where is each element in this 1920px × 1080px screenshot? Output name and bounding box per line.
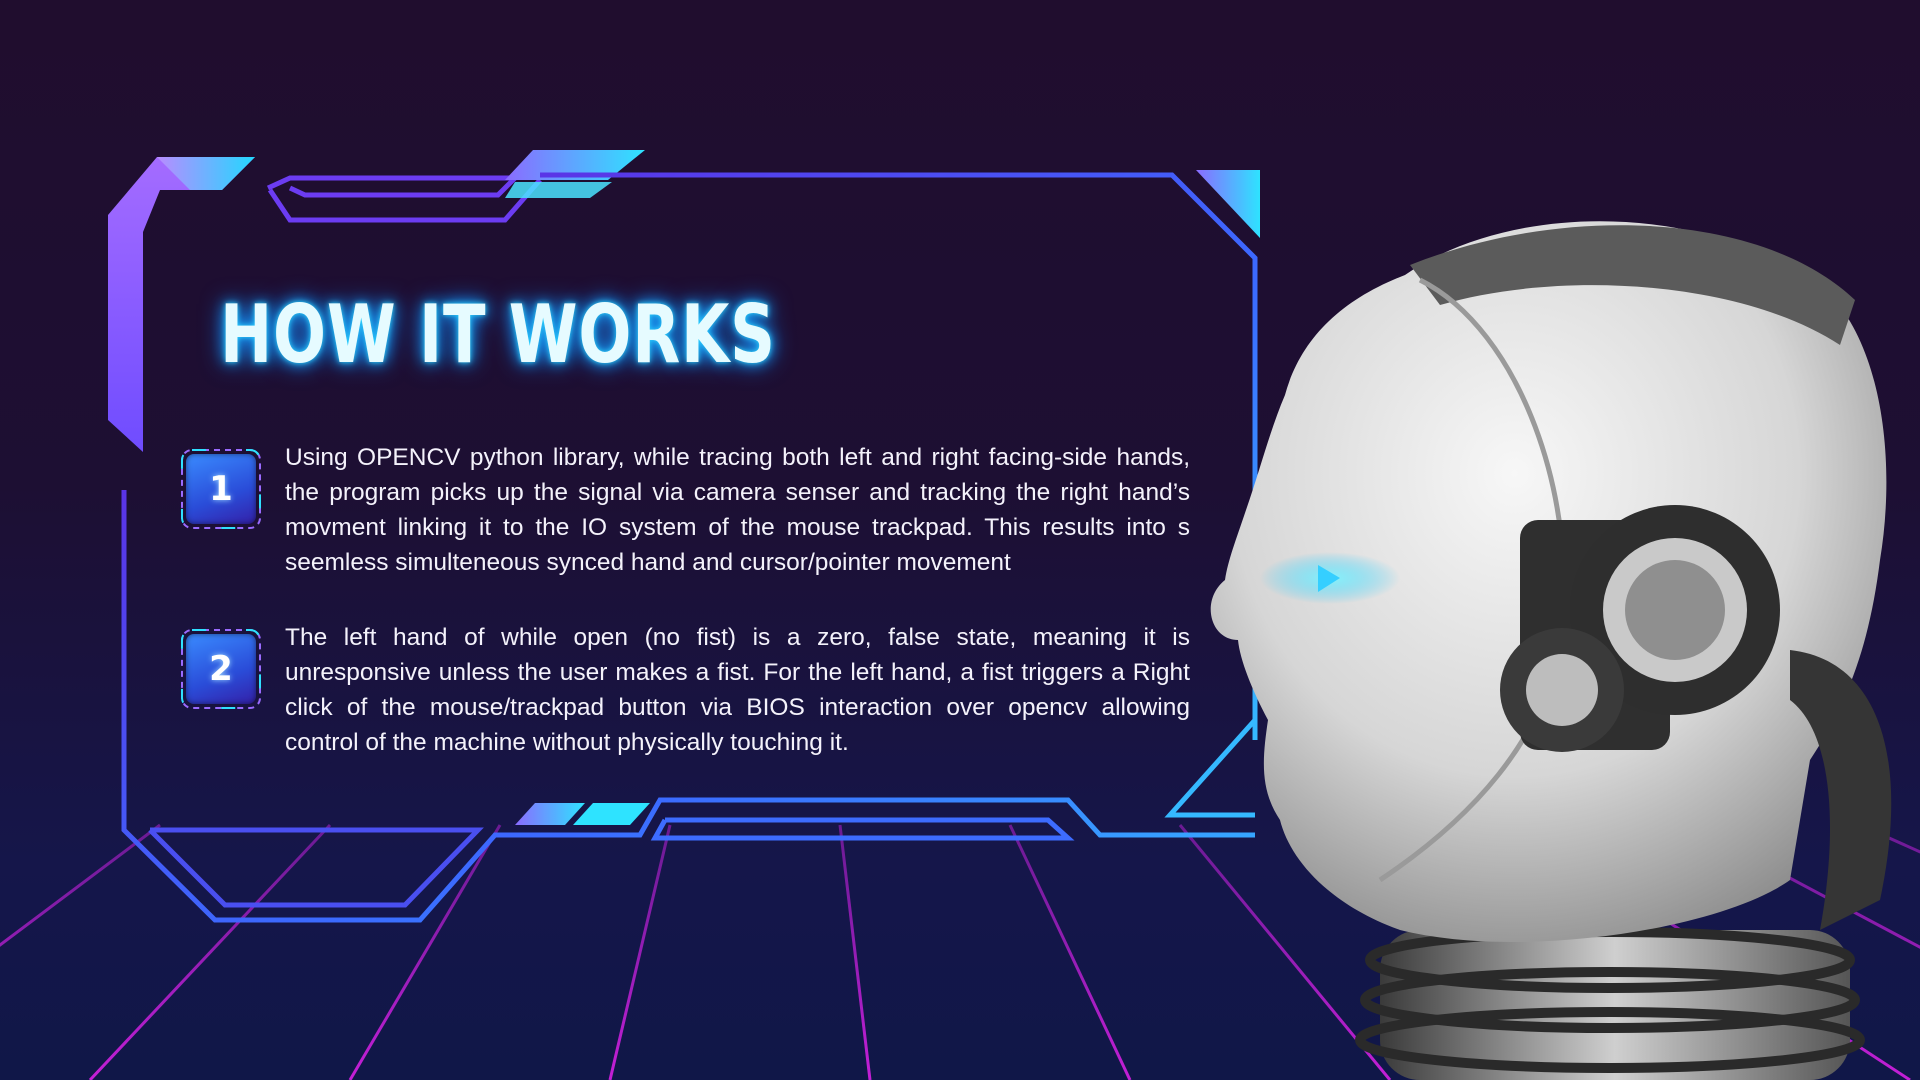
- step-item-1: 1 Using OPENCV python library, while tra…: [180, 444, 1190, 576]
- step-description: The left hand of while open (no fist) is…: [285, 624, 1190, 756]
- slide-title: HOW IT WORKS: [220, 288, 776, 381]
- step-number: 1: [186, 454, 256, 524]
- step-description: Using OPENCV python library, while traci…: [285, 444, 1190, 576]
- step-number: 2: [186, 634, 256, 704]
- step-number-badge: 2: [180, 628, 262, 710]
- step-item-2: 2 The left hand of while open (no fist) …: [180, 624, 1190, 756]
- step-number-badge: 1: [180, 448, 262, 530]
